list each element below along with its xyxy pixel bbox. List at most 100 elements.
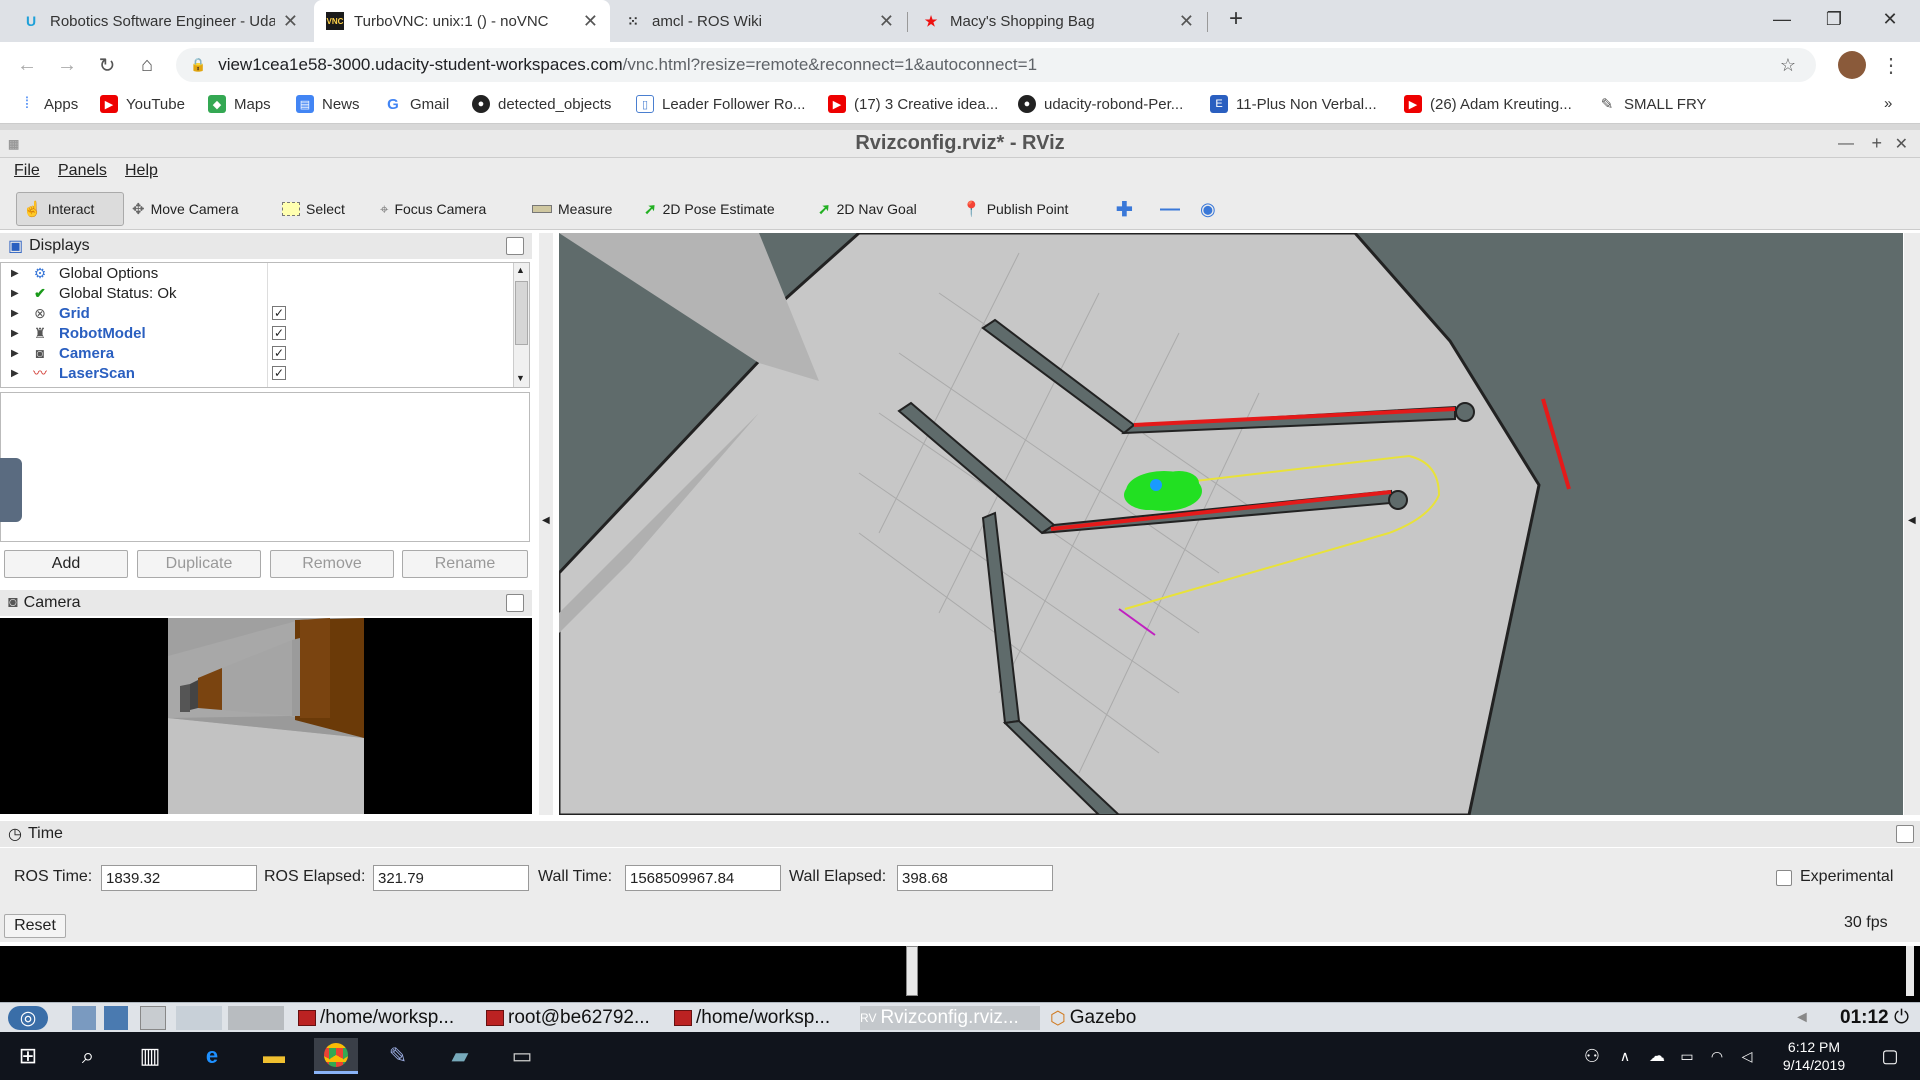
back-icon[interactable]: ← bbox=[12, 50, 42, 80]
camera-enable-checkbox[interactable]: ✓ bbox=[272, 346, 286, 360]
start-menu-icon[interactable]: ◎ bbox=[8, 1006, 48, 1030]
add-tool-icon[interactable]: ✚ bbox=[1110, 192, 1139, 226]
collapse-left-icon[interactable]: ◀ bbox=[542, 515, 550, 526]
experimental-checkbox[interactable] bbox=[1776, 870, 1792, 886]
rviz-minimize-icon[interactable]: — bbox=[1838, 135, 1854, 153]
taskbar-terminal-1[interactable]: /home/worksp... bbox=[298, 1006, 454, 1030]
tab-udacity[interactable]: U Robotics Software Engineer - Uda ✕ bbox=[10, 0, 310, 42]
rviz-close-icon[interactable]: ✕ bbox=[1895, 134, 1908, 154]
window-icon[interactable] bbox=[140, 1006, 166, 1030]
taskbar-terminal-3[interactable]: /home/worksp... bbox=[674, 1006, 830, 1030]
minimize-icon[interactable]: — bbox=[1754, 0, 1810, 38]
bookmark-youtube[interactable]: ▶ YouTube bbox=[100, 95, 185, 113]
robotmodel-enable-checkbox[interactable]: ✓ bbox=[272, 326, 286, 340]
power-icon[interactable]: ⏻ bbox=[1894, 1006, 1909, 1030]
bookmark-udacity-robond[interactable]: ● udacity-robond-Per... bbox=[1018, 95, 1183, 113]
tool-measure[interactable]: Measure bbox=[526, 192, 618, 226]
search-icon[interactable]: ⌕ bbox=[66, 1038, 110, 1074]
more-bookmarks-button[interactable]: » bbox=[1884, 95, 1892, 112]
file-explorer-icon[interactable]: ▬ bbox=[252, 1038, 296, 1074]
desktop-switcher-icon[interactable] bbox=[104, 1006, 128, 1030]
bookmark-gmail[interactable]: G Gmail bbox=[384, 95, 449, 113]
restore-icon[interactable]: ❐ bbox=[1806, 0, 1862, 38]
windows-start-icon[interactable]: ⊞ bbox=[6, 1038, 50, 1074]
remove-display-button[interactable]: Remove bbox=[270, 550, 394, 578]
onedrive-icon[interactable]: ☁ bbox=[1642, 1038, 1672, 1074]
taskbar-rviz[interactable]: RV Rvizconfig.rviz... bbox=[860, 1006, 1040, 1030]
tool-move-camera[interactable]: ✥ Move Camera bbox=[126, 192, 245, 226]
taskbar-gazebo[interactable]: ⬡ Gazebo bbox=[1050, 1006, 1136, 1030]
taskbar-terminal-2[interactable]: root@be62792... bbox=[486, 1006, 650, 1030]
vnc-side-handle[interactable] bbox=[0, 458, 22, 522]
speaker-icon[interactable]: ◁ bbox=[1732, 1038, 1762, 1074]
displays-float-checkbox[interactable] bbox=[506, 237, 524, 255]
display-row-global-status[interactable]: ▶ ✔ Global Status: Ok bbox=[1, 283, 513, 303]
scroll-thumb[interactable] bbox=[515, 281, 528, 345]
menu-panels[interactable]: Panels bbox=[58, 162, 107, 180]
bookmark-small-fry[interactable]: ✎ SMALL FRY bbox=[1598, 95, 1707, 114]
rviz-maximize-icon[interactable]: + bbox=[1871, 133, 1882, 154]
bookmark-detected-objects[interactable]: ● detected_objects bbox=[472, 95, 611, 113]
tool-2d-nav-goal[interactable]: ➚ 2D Nav Goal bbox=[812, 192, 923, 226]
volume-icon[interactable]: ◄ bbox=[1794, 1006, 1810, 1030]
bookmark-creative-ideas[interactable]: ▶ (17) 3 Creative idea... bbox=[828, 95, 998, 113]
workspace-2[interactable] bbox=[228, 1006, 284, 1030]
wifi-icon[interactable]: ◠ bbox=[1702, 1038, 1732, 1074]
edge-icon[interactable]: e bbox=[190, 1038, 234, 1074]
reload-icon[interactable]: ↻ bbox=[92, 50, 122, 80]
menu-file[interactable]: File bbox=[14, 162, 40, 180]
address-bar[interactable]: 🔒 view1cea1e58-3000.udacity-student-work… bbox=[176, 48, 1816, 82]
chrome-menu-icon[interactable]: ⋮ bbox=[1876, 50, 1906, 80]
remove-tool-icon[interactable]: — bbox=[1154, 192, 1186, 226]
tab-macys[interactable]: ★ Macy's Shopping Bag ✕ bbox=[910, 0, 1206, 42]
profile-avatar[interactable] bbox=[1838, 51, 1866, 79]
tool-interact[interactable]: ☝ Interact bbox=[16, 192, 124, 226]
expand-arrow-icon[interactable]: ▶ bbox=[11, 368, 19, 379]
tab-turbovnc[interactable]: VNC TurboVNC: unix:1 () - noVNC ✕ bbox=[314, 0, 610, 42]
expand-arrow-icon[interactable]: ▶ bbox=[11, 328, 19, 339]
system-clock[interactable]: 6:12 PM 9/14/2019 bbox=[1764, 1038, 1864, 1074]
bookmark-11-plus[interactable]: E 11-Plus Non Verbal... bbox=[1210, 95, 1377, 113]
time-float-checkbox[interactable] bbox=[1896, 825, 1914, 843]
workspace-1[interactable] bbox=[176, 1006, 222, 1030]
rviz-3d-view[interactable] bbox=[559, 233, 1903, 815]
display-row-laserscan[interactable]: ▶ 〰 LaserScan ✓ bbox=[1, 363, 513, 383]
close-tab-icon[interactable]: ✕ bbox=[879, 11, 894, 32]
tool-2d-pose-estimate[interactable]: ➚ 2D Pose Estimate bbox=[638, 192, 781, 226]
bookmark-adam-kreuting[interactable]: ▶ (26) Adam Kreuting... bbox=[1404, 95, 1572, 113]
terminal-app-icon[interactable]: ▭ bbox=[500, 1038, 544, 1074]
close-tab-icon[interactable]: ✕ bbox=[583, 11, 598, 32]
display-row-grid[interactable]: ▶ ⊗ Grid ✓ bbox=[1, 303, 513, 323]
reset-button[interactable]: Reset bbox=[4, 914, 66, 938]
tree-scrollbar[interactable]: ▲ ▼ bbox=[513, 263, 529, 387]
tool-properties-eye-icon[interactable]: ◉ bbox=[1194, 192, 1222, 226]
bookmark-star-icon[interactable]: ☆ bbox=[1780, 55, 1796, 76]
grid-enable-checkbox[interactable]: ✓ bbox=[272, 306, 286, 320]
display-row-global-options[interactable]: ▶ ⚙ Global Options bbox=[1, 263, 513, 283]
camera-float-checkbox[interactable] bbox=[506, 594, 524, 612]
paint-icon[interactable]: ✎ bbox=[376, 1038, 420, 1074]
tool-publish-point[interactable]: 📍 Publish Point bbox=[956, 192, 1074, 226]
close-window-icon[interactable]: ✕ bbox=[1862, 0, 1918, 38]
expand-arrow-icon[interactable]: ▶ bbox=[11, 308, 19, 319]
expand-arrow-icon[interactable]: ▶ bbox=[11, 348, 19, 359]
hidden-icons-chevron-icon[interactable]: ∧ bbox=[1610, 1038, 1640, 1074]
add-display-button[interactable]: Add bbox=[4, 550, 128, 578]
people-icon[interactable]: ⚇ bbox=[1570, 1038, 1614, 1074]
notifications-icon[interactable]: ▢ bbox=[1868, 1038, 1912, 1074]
bookmark-leader-follower[interactable]: ▯ Leader Follower Ro... bbox=[636, 95, 805, 113]
tool-select[interactable]: Select bbox=[276, 192, 351, 226]
battery-icon[interactable]: ▭ bbox=[1672, 1038, 1702, 1074]
expand-arrow-icon[interactable]: ▶ bbox=[11, 268, 19, 279]
left-dock-splitter[interactable]: ◀ bbox=[539, 233, 553, 815]
right-dock-splitter[interactable]: ◀ bbox=[1904, 233, 1920, 815]
scroll-down-icon[interactable]: ▼ bbox=[516, 373, 525, 383]
new-tab-icon[interactable]: + bbox=[1208, 0, 1264, 38]
forward-icon[interactable]: → bbox=[52, 50, 82, 80]
display-row-robotmodel[interactable]: ▶ ♜ RobotModel ✓ bbox=[1, 323, 513, 343]
vnc-scroll-handle[interactable] bbox=[906, 946, 918, 996]
expand-arrow-icon[interactable]: ▶ bbox=[11, 288, 19, 299]
bookmark-maps[interactable]: ◆ Maps bbox=[208, 95, 271, 113]
menu-help[interactable]: Help bbox=[125, 162, 158, 180]
laserscan-enable-checkbox[interactable]: ✓ bbox=[272, 366, 286, 380]
